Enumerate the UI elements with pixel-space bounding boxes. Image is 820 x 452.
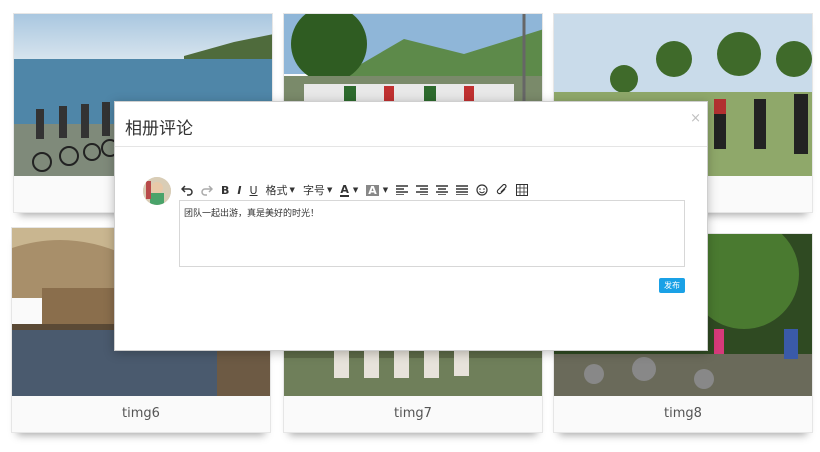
justify-icon[interactable] <box>456 181 469 199</box>
table-icon[interactable] <box>516 181 529 199</box>
undo-icon[interactable] <box>181 181 193 199</box>
align-right-icon[interactable] <box>416 181 429 199</box>
attachment-icon[interactable] <box>496 181 508 199</box>
modal-title: 相册评论 <box>125 119 193 139</box>
format-label: 格式 <box>265 184 288 197</box>
comment-editor[interactable]: 团队一起出游，真是美好的时光！ <box>179 200 685 267</box>
editor-toolbar: B I U 格式 ▼ 字号 ▼ A ▼ A ▼ <box>181 180 536 200</box>
publish-button[interactable]: 发布 <box>659 278 685 293</box>
editor-content: 团队一起出游，真是美好的时光！ <box>184 209 320 219</box>
emoji-icon[interactable] <box>476 181 488 199</box>
album-caption: timg8 <box>554 396 812 432</box>
bg-color-dropdown[interactable]: A ▼ <box>366 181 388 199</box>
fontsize-dropdown[interactable]: 字号 ▼ <box>303 181 332 199</box>
redo-icon[interactable] <box>201 181 213 199</box>
italic-icon[interactable]: I <box>237 181 241 199</box>
text-color-dropdown[interactable]: A ▼ <box>340 181 358 199</box>
chevron-down-icon: ▼ <box>352 186 359 194</box>
align-center-icon[interactable] <box>436 181 449 199</box>
text-color-icon: A <box>340 182 349 197</box>
modal-header: 相册评论 × <box>115 102 707 147</box>
underline-icon[interactable]: U <box>249 181 257 199</box>
bold-icon[interactable]: B <box>221 181 229 199</box>
align-left-icon[interactable] <box>396 181 409 199</box>
bg-color-icon: A <box>366 183 379 197</box>
album-caption: timg7 <box>284 396 542 432</box>
chevron-down-icon: ▼ <box>382 186 389 194</box>
avatar <box>143 177 171 205</box>
chevron-down-icon: ▼ <box>289 186 295 194</box>
album-caption: timg6 <box>12 396 270 432</box>
format-dropdown[interactable]: 格式 ▼ <box>266 181 295 199</box>
album-comment-modal: 相册评论 × B I U 格式 ▼ 字号 ▼ A ▼ A ▼ 团队一起出游，真是… <box>114 101 708 351</box>
close-button[interactable]: × <box>690 111 701 126</box>
chevron-down-icon: ▼ <box>326 186 333 194</box>
fontsize-label: 字号 <box>302 184 325 197</box>
